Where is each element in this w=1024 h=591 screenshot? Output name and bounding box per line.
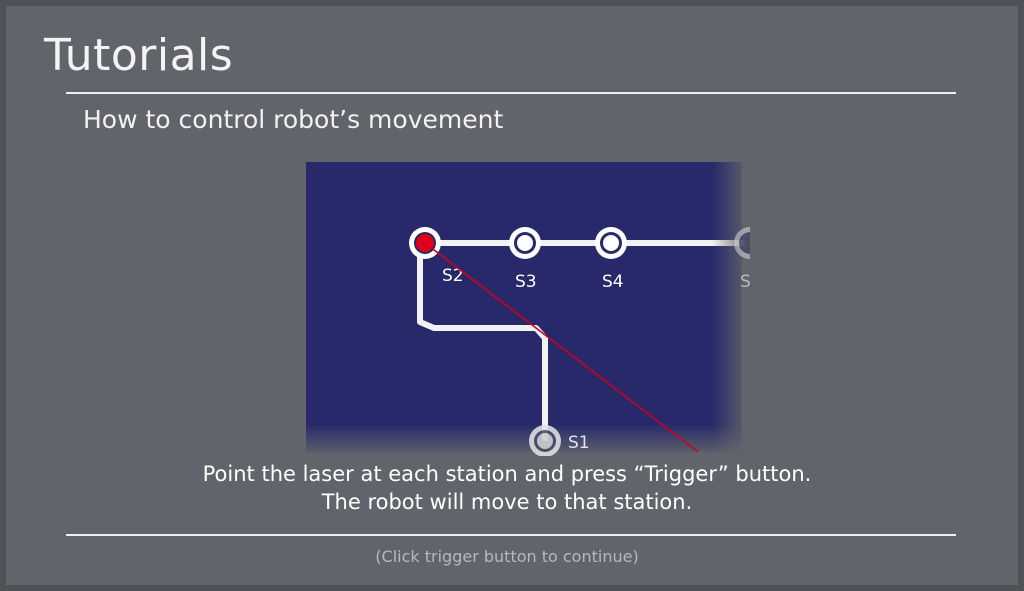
- station-label: S: [740, 272, 750, 292]
- instruction-line-1: Point the laser at each station and pres…: [202, 462, 812, 486]
- station-map-illustration: S2 S3 S4 S S1: [300, 156, 750, 456]
- instruction-text: Point the laser at each station and pres…: [106, 460, 908, 516]
- tutorial-panel[interactable]: Tutorials How to control robot’s movemen…: [0, 0, 1024, 591]
- continue-hint[interactable]: (Click trigger button to continue): [106, 547, 908, 566]
- map-fade-right: [712, 156, 750, 456]
- map-background: [306, 162, 742, 452]
- top-divider: [66, 92, 956, 94]
- station-label: S4: [602, 272, 624, 292]
- tutorial-subtitle: How to control robot’s movement: [83, 105, 504, 134]
- instruction-line-2: The robot will move to that station.: [321, 490, 693, 514]
- station-label: S3: [515, 272, 537, 292]
- page-title: Tutorials: [44, 30, 234, 81]
- station-label: S2: [442, 266, 464, 286]
- bottom-divider: [66, 534, 956, 536]
- station-label: S1: [568, 433, 590, 453]
- station-map-svg: S2 S3 S4 S S1: [300, 156, 750, 456]
